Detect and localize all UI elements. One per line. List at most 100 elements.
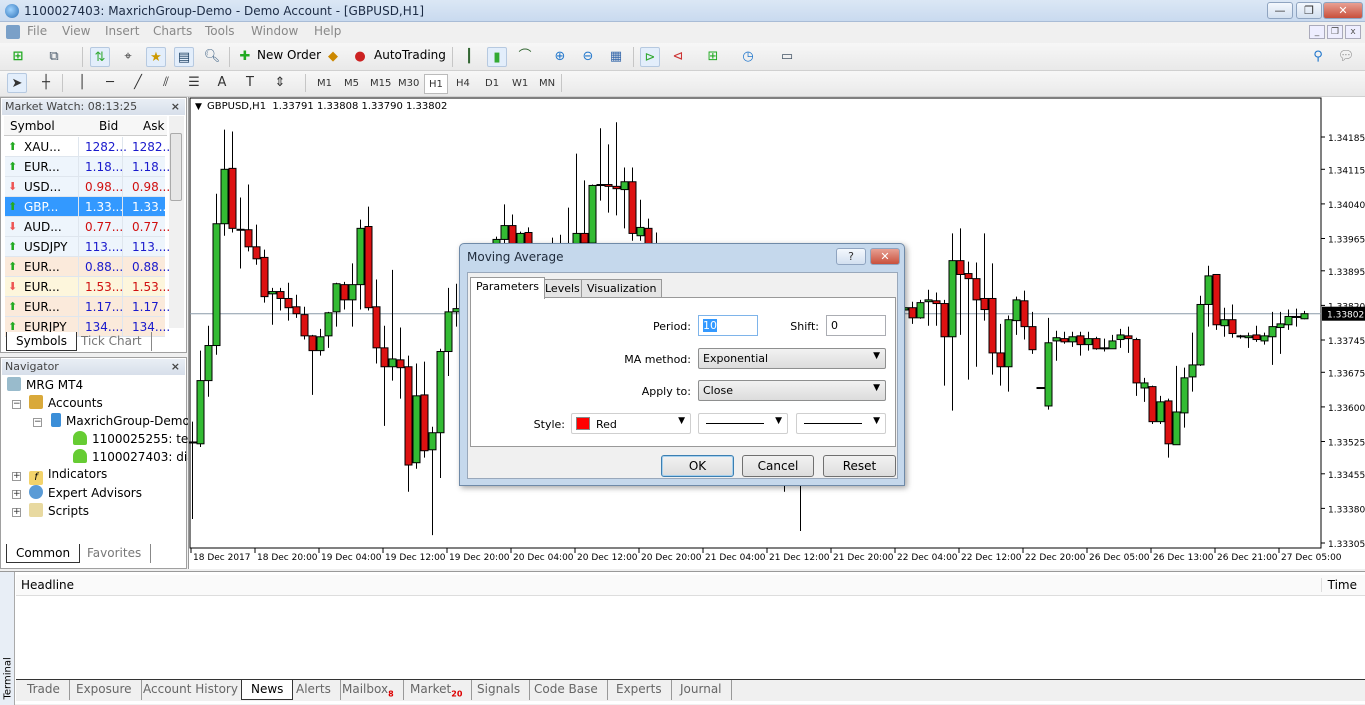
tab-account-history[interactable]: Account History: [134, 680, 248, 700]
cancel-button[interactable]: Cancel: [742, 455, 814, 477]
timeframe-mn[interactable]: MN: [535, 74, 559, 94]
line-width-select[interactable]: ▼: [796, 413, 886, 434]
autotrading-button[interactable]: AutoTrading: [374, 48, 446, 62]
reset-button[interactable]: Reset: [823, 455, 896, 477]
nav-accounts[interactable]: Accounts: [29, 395, 103, 410]
menu-file[interactable]: File: [27, 24, 47, 38]
zoom-out-icon[interactable]: ⊖: [578, 47, 598, 67]
cursor-icon[interactable]: ➤: [7, 73, 27, 93]
new-order-icon[interactable]: ✚: [235, 47, 255, 67]
tab-experts[interactable]: Experts: [607, 680, 672, 700]
menu-help[interactable]: Help: [314, 24, 341, 38]
line-style-select[interactable]: ▼: [698, 413, 788, 434]
bar-chart-icon[interactable]: ┃: [459, 47, 479, 67]
column-time[interactable]: Time: [1320, 578, 1357, 592]
tab-symbols[interactable]: Symbols: [6, 332, 77, 351]
expand-icon[interactable]: +: [12, 472, 21, 481]
mdi-restore-button[interactable]: ❐: [1327, 25, 1343, 39]
menu-window[interactable]: Window: [251, 24, 298, 38]
line-chart-icon[interactable]: ⌒: [515, 47, 535, 67]
candlestick-chart-icon[interactable]: ▮: [487, 47, 507, 67]
nav-server[interactable]: MaxrichGroup-Demo: [51, 413, 190, 428]
autotrading-icon[interactable]: ●: [350, 47, 370, 67]
market-watch-toggle-icon[interactable]: ⇅: [90, 47, 110, 67]
strategy-tester-icon[interactable]: 🔍︎: [202, 47, 222, 67]
shift-input[interactable]: 0: [826, 315, 886, 336]
timeframe-m5[interactable]: M5: [340, 74, 363, 94]
timeframe-d1[interactable]: D1: [481, 74, 503, 94]
collapse-icon[interactable]: −: [12, 400, 21, 409]
tab-common[interactable]: Common: [6, 544, 81, 563]
tab-favorites[interactable]: Favorites: [78, 544, 152, 563]
market-watch-row[interactable]: ⬆ EUR... 1.17... 1.17...: [5, 297, 170, 317]
indicators-list-icon[interactable]: ⊞: [703, 47, 723, 67]
expand-icon[interactable]: +: [12, 508, 21, 517]
tab-trade[interactable]: Trade: [18, 680, 70, 700]
tab-tick-chart[interactable]: Tick Chart: [72, 332, 152, 351]
market-watch-row[interactable]: ⬆ EUR... 0.88... 0.88...: [5, 257, 170, 277]
chart-shift-icon[interactable]: ⊲: [668, 47, 688, 67]
market-watch-row[interactable]: ⬇ EUR... 1.53... 1.53...: [5, 277, 170, 297]
templates-icon[interactable]: ▭: [777, 47, 797, 67]
terminal-icon[interactable]: ▤: [174, 47, 194, 67]
menu-charts[interactable]: Charts: [153, 24, 192, 38]
menu-tools[interactable]: Tools: [205, 24, 235, 38]
close-icon[interactable]: ×: [171, 359, 180, 375]
nav-account-1[interactable]: 1100025255: testo: [73, 431, 207, 446]
market-watch-scrollbar[interactable]: [169, 116, 184, 328]
crosshair-icon[interactable]: ┼: [36, 73, 56, 93]
menu-insert[interactable]: Insert: [105, 24, 139, 38]
style-color-select[interactable]: Red ▼: [571, 413, 691, 434]
collapse-icon[interactable]: −: [33, 418, 42, 427]
market-watch-row[interactable]: ⬆ USDJPY 113.... 113....: [5, 237, 170, 257]
market-watch-row[interactable]: ⬆ GBP... 1.33... 1.33...: [5, 197, 170, 217]
chart-menu-arrow-icon[interactable]: ▼: [195, 102, 202, 112]
column-headline[interactable]: Headline: [21, 578, 74, 592]
nav-indicators[interactable]: f Indicators: [29, 467, 107, 485]
chat-icon[interactable]: 💬︎: [1336, 47, 1356, 67]
timeframe-h4[interactable]: H4: [452, 74, 474, 94]
periods-clock-icon[interactable]: ◷: [738, 47, 758, 67]
new-chart-icon[interactable]: ⊞: [8, 47, 28, 67]
column-symbol[interactable]: Symbol: [10, 119, 55, 133]
timeframe-m15[interactable]: M15: [366, 74, 395, 94]
market-watch-row[interactable]: ⬆ EUR... 1.18... 1.18...: [5, 157, 170, 177]
apply-to-select[interactable]: Close ▼: [698, 380, 886, 401]
ok-button[interactable]: OK: [661, 455, 734, 477]
mdi-minimize-button[interactable]: _: [1309, 25, 1325, 39]
tab-code-base[interactable]: Code Base: [525, 680, 608, 700]
arrows-icon[interactable]: ⇕: [270, 73, 290, 93]
market-watch-row[interactable]: ⬇ AUD... 0.77... 0.77...: [5, 217, 170, 237]
tab-exposure[interactable]: Exposure: [67, 680, 142, 700]
tab-parameters[interactable]: Parameters: [470, 277, 545, 299]
help-button[interactable]: ?: [836, 248, 866, 265]
new-order-button[interactable]: New Order: [257, 48, 321, 62]
market-watch-row[interactable]: ⬇ USD... 0.98... 0.98...: [5, 177, 170, 197]
vertical-line-icon[interactable]: │: [72, 73, 92, 93]
timeframe-m30[interactable]: M30: [394, 74, 423, 94]
timeframe-h1[interactable]: H1: [424, 74, 448, 94]
horizontal-line-icon[interactable]: ─: [100, 73, 120, 93]
menu-view[interactable]: View: [62, 24, 90, 38]
nav-expert-advisors[interactable]: Expert Advisors: [29, 485, 142, 500]
zoom-in-icon[interactable]: ⊕: [550, 47, 570, 67]
metaeditor-icon[interactable]: ◆: [323, 47, 343, 67]
period-input[interactable]: 10: [698, 315, 758, 336]
expand-icon[interactable]: +: [12, 490, 21, 499]
text-tool-icon[interactable]: A: [212, 73, 232, 93]
auto-scroll-icon[interactable]: ⊳: [640, 47, 660, 67]
profiles-icon[interactable]: ⧉: [44, 47, 64, 67]
equidistant-channel-icon[interactable]: ⫽: [156, 73, 176, 93]
mdi-close-button[interactable]: x: [1345, 25, 1361, 39]
tab-levels[interactable]: Levels: [539, 279, 586, 298]
ma-method-select[interactable]: Exponential ▼: [698, 348, 886, 369]
timeframe-m1[interactable]: M1: [313, 74, 336, 94]
nav-account-2[interactable]: 1100027403: diast: [73, 449, 205, 464]
dialog-close-button[interactable]: ✕: [870, 248, 900, 265]
navigator-icon[interactable]: ★: [146, 47, 166, 67]
text-label-icon[interactable]: T: [240, 73, 260, 93]
tab-market[interactable]: Market20: [401, 680, 473, 700]
timeframe-w1[interactable]: W1: [508, 74, 532, 94]
column-ask[interactable]: Ask: [143, 119, 164, 133]
tile-windows-icon[interactable]: ▦: [606, 47, 626, 67]
